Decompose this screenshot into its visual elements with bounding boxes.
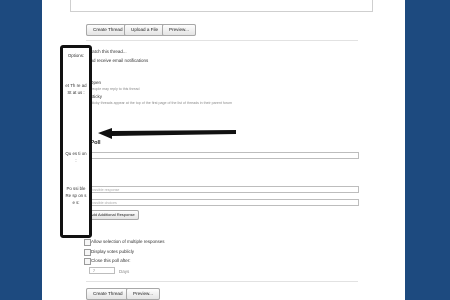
annotation-overlay (98, 128, 236, 139)
annotation-arrow-icon (98, 128, 236, 139)
